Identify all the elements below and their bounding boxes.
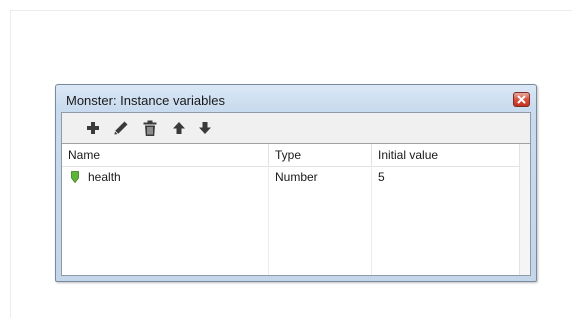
title-bar[interactable]: Monster: Instance variables xyxy=(56,85,536,112)
delete-trash-icon xyxy=(143,120,157,136)
delete-variable-button[interactable] xyxy=(141,119,159,137)
move-up-icon xyxy=(173,122,185,134)
add-icon xyxy=(87,122,99,134)
variables-table: Name Type Initial value health Number 5 xyxy=(62,143,530,275)
dialog-content: Name Type Initial value health Number 5 xyxy=(61,112,531,276)
edit-variable-button[interactable] xyxy=(112,119,130,137)
variable-icon xyxy=(71,171,79,183)
column-header-initial-value[interactable]: Initial value xyxy=(372,144,520,166)
toolbar xyxy=(62,113,530,143)
move-down-icon xyxy=(199,122,211,134)
edit-pencil-icon xyxy=(114,121,128,135)
add-variable-button[interactable] xyxy=(84,119,102,137)
window-title: Monster: Instance variables xyxy=(66,93,225,108)
close-button[interactable] xyxy=(513,92,530,107)
table-header: Name Type Initial value xyxy=(62,144,530,167)
close-icon xyxy=(517,95,526,104)
cell-type: Number xyxy=(275,170,318,184)
table-right-edge xyxy=(519,144,530,275)
table-row[interactable]: health Number 5 xyxy=(62,167,530,187)
move-up-button[interactable] xyxy=(170,119,188,137)
cell-initial-value: 5 xyxy=(378,170,385,184)
variable-name: health xyxy=(88,170,121,184)
column-header-name[interactable]: Name xyxy=(62,144,269,166)
instance-variables-dialog: Monster: Instance variables Name Type In… xyxy=(55,84,537,282)
column-header-type[interactable]: Type xyxy=(269,144,372,166)
move-down-button[interactable] xyxy=(196,119,214,137)
cell-name: health xyxy=(62,167,269,187)
